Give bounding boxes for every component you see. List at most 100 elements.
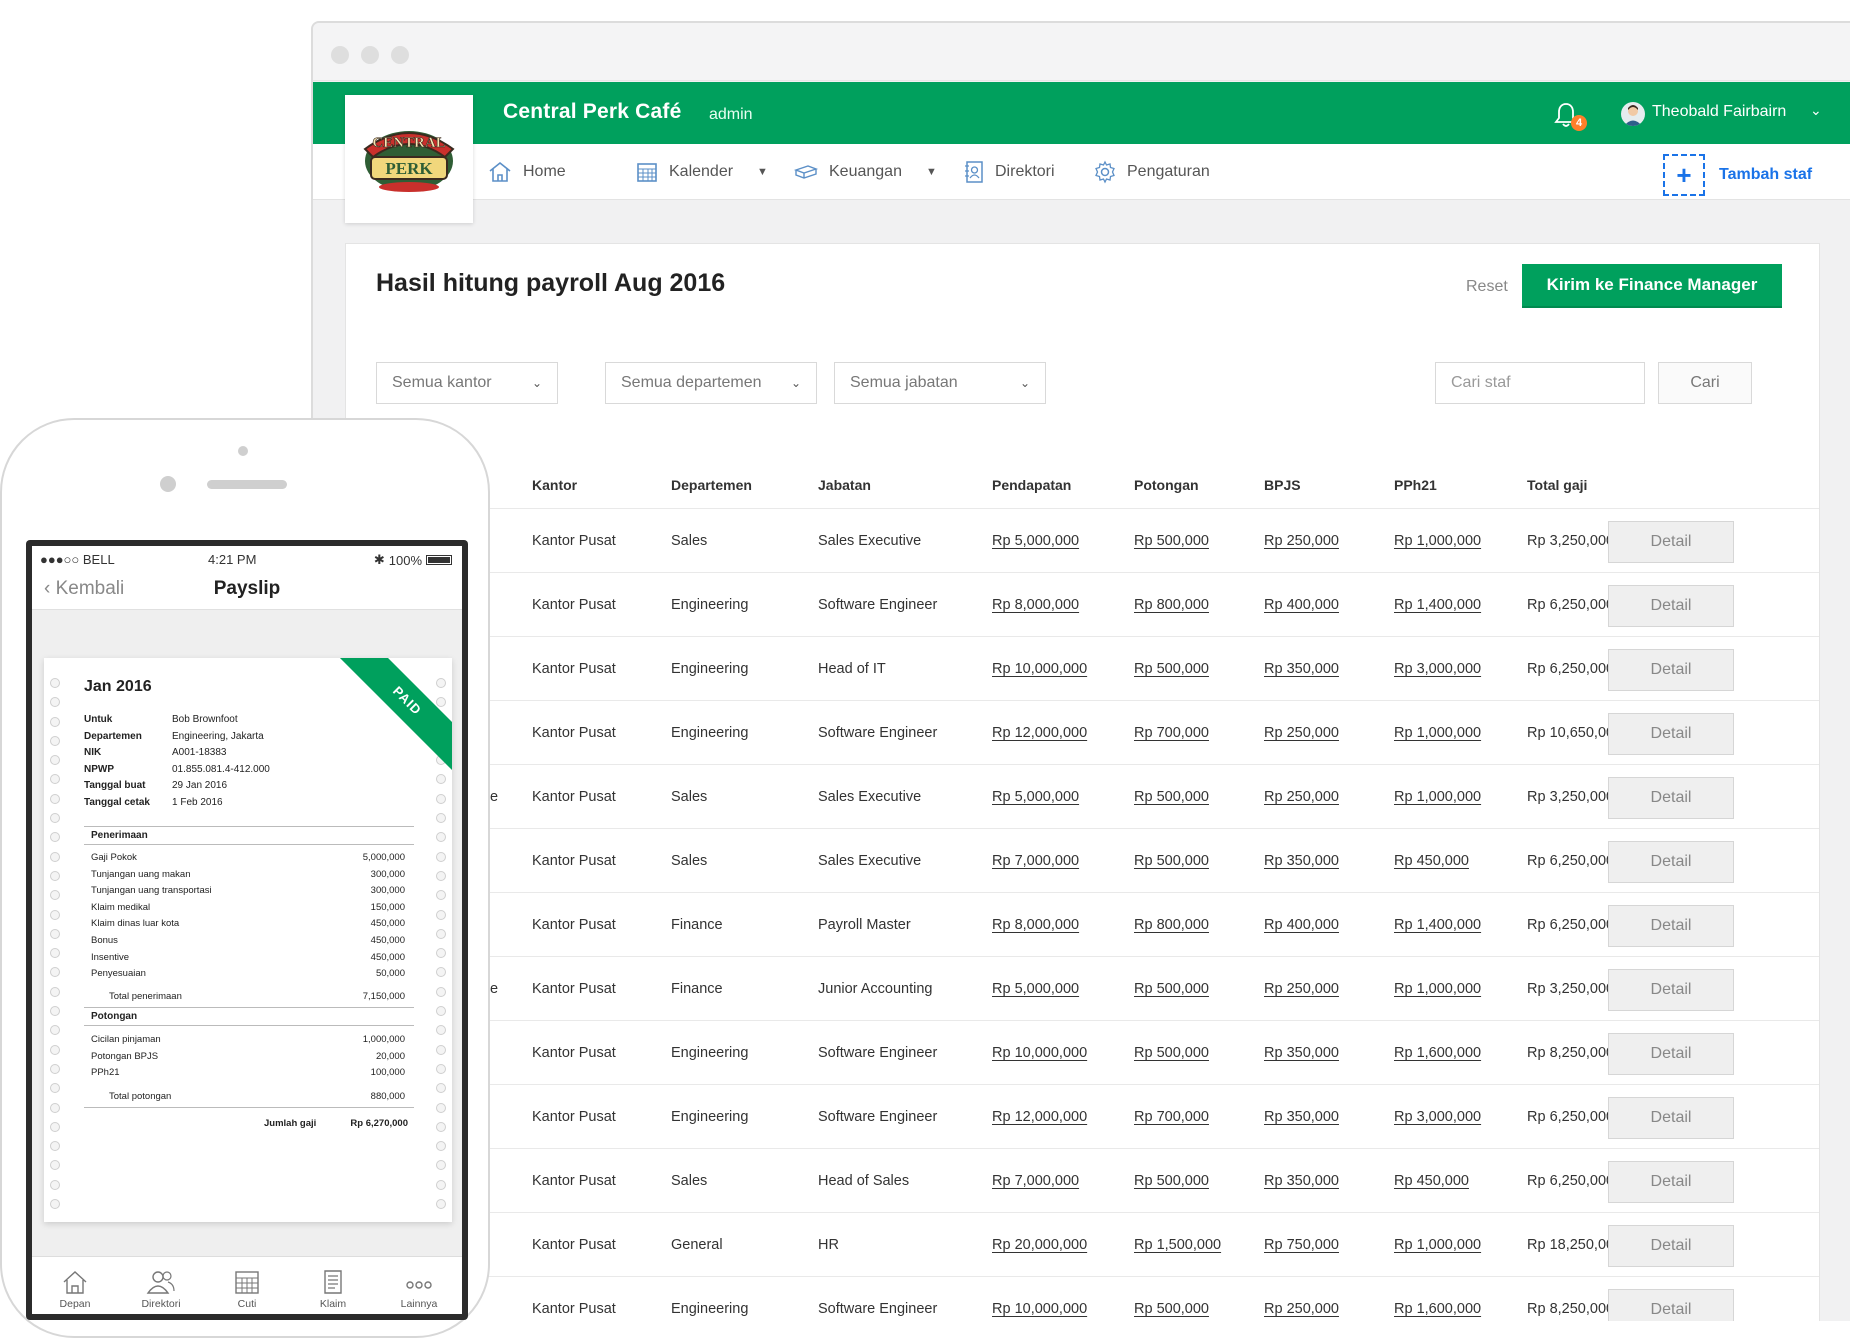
cell-bpjs[interactable]: Rp 350,000 bbox=[1264, 1149, 1339, 1213]
cell-potongan[interactable]: Rp 500,000 bbox=[1134, 765, 1209, 829]
nav-finance[interactable]: Keuangan ▼ bbox=[793, 144, 937, 200]
payslip-card[interactable]: PAID Jan 2016 Untuk Bob Brownfoot Departem… bbox=[44, 658, 452, 1222]
cell-pendapatan[interactable]: Rp 20,000,000 bbox=[992, 1213, 1087, 1277]
cell-pph[interactable]: Rp 1,000,000 bbox=[1394, 1213, 1481, 1277]
column-header[interactable]: Departemen bbox=[671, 462, 752, 508]
cell-bpjs[interactable]: Rp 250,000 bbox=[1264, 1277, 1339, 1321]
cell-bpjs[interactable]: Rp 350,000 bbox=[1264, 829, 1339, 893]
cell-kantor: Kantor Pusat bbox=[532, 789, 616, 805]
chevron-down-icon[interactable]: ⌄ bbox=[1810, 102, 1822, 119]
detail-button[interactable]: Detail bbox=[1608, 1289, 1734, 1321]
cell-pph[interactable]: Rp 1,600,000 bbox=[1394, 1277, 1481, 1321]
tab-directory[interactable]: Direktori bbox=[118, 1257, 204, 1314]
cell-bpjs[interactable]: Rp 350,000 bbox=[1264, 637, 1339, 701]
send-to-finance-button[interactable]: Kirim ke Finance Manager bbox=[1522, 264, 1782, 306]
cell-pendapatan[interactable]: Rp 5,000,000 bbox=[992, 957, 1079, 1021]
cell-bpjs[interactable]: Rp 400,000 bbox=[1264, 893, 1339, 957]
add-staff-button[interactable]: + Tambah staf bbox=[1663, 154, 1812, 196]
cell-bpjs[interactable]: Rp 250,000 bbox=[1264, 701, 1339, 765]
column-header[interactable]: Kantor bbox=[532, 462, 577, 508]
cell-bpjs[interactable]: Rp 400,000 bbox=[1264, 573, 1339, 637]
company-logo[interactable]: CENTRAL PERK bbox=[345, 95, 473, 223]
cell-pendapatan[interactable]: Rp 12,000,000 bbox=[992, 701, 1087, 765]
cell-pph[interactable]: Rp 1,600,000 bbox=[1394, 1021, 1481, 1085]
detail-button[interactable]: Detail bbox=[1608, 1033, 1734, 1075]
detail-button[interactable]: Detail bbox=[1608, 585, 1734, 627]
search-button[interactable]: Cari bbox=[1658, 362, 1752, 404]
column-header[interactable]: Total gaji bbox=[1527, 462, 1587, 508]
column-header[interactable]: Jabatan bbox=[818, 462, 871, 508]
cell-pendapatan[interactable]: Rp 5,000,000 bbox=[992, 509, 1079, 573]
cell-potongan[interactable]: Rp 500,000 bbox=[1134, 509, 1209, 573]
cell-bpjs[interactable]: Rp 350,000 bbox=[1264, 1021, 1339, 1085]
avatar[interactable] bbox=[1621, 102, 1645, 126]
detail-button[interactable]: Detail bbox=[1608, 1161, 1734, 1203]
cell-potongan[interactable]: Rp 500,000 bbox=[1134, 829, 1209, 893]
cell-potongan[interactable]: Rp 500,000 bbox=[1134, 1149, 1209, 1213]
detail-button[interactable]: Detail bbox=[1608, 841, 1734, 883]
cell-pendapatan[interactable]: Rp 7,000,000 bbox=[992, 829, 1079, 893]
cell-potongan[interactable]: Rp 500,000 bbox=[1134, 1277, 1209, 1321]
cell-pendapatan[interactable]: Rp 5,000,000 bbox=[992, 765, 1079, 829]
cell-bpjs[interactable]: Rp 250,000 bbox=[1264, 765, 1339, 829]
search-staff-input[interactable]: Cari staf bbox=[1435, 362, 1645, 404]
nav-settings[interactable]: Pengaturan bbox=[1093, 144, 1210, 200]
cell-bpjs[interactable]: Rp 750,000 bbox=[1264, 1213, 1339, 1277]
cell-potongan[interactable]: Rp 700,000 bbox=[1134, 701, 1209, 765]
office-filter[interactable]: Semua kantor ⌄ bbox=[376, 362, 558, 404]
cell-potongan[interactable]: Rp 700,000 bbox=[1134, 1085, 1209, 1149]
detail-button[interactable]: Detail bbox=[1608, 521, 1734, 563]
cell-potongan[interactable]: Rp 800,000 bbox=[1134, 893, 1209, 957]
cell-pendapatan[interactable]: Rp 10,000,000 bbox=[992, 637, 1087, 701]
column-header[interactable]: BPJS bbox=[1264, 462, 1301, 508]
cell-potongan[interactable]: Rp 800,000 bbox=[1134, 573, 1209, 637]
cell-pph[interactable]: Rp 450,000 bbox=[1394, 829, 1469, 893]
cell-pendapatan[interactable]: Rp 10,000,000 bbox=[992, 1021, 1087, 1085]
nav-calendar[interactable]: Kalender ▼ bbox=[635, 144, 768, 200]
department-filter[interactable]: Semua departemen ⌄ bbox=[605, 362, 817, 404]
detail-button[interactable]: Detail bbox=[1608, 1097, 1734, 1139]
cell-potongan[interactable]: Rp 500,000 bbox=[1134, 1021, 1209, 1085]
column-header[interactable]: Pendapatan bbox=[992, 462, 1071, 508]
cell-pph[interactable]: Rp 1,000,000 bbox=[1394, 765, 1481, 829]
cell-pph[interactable]: Rp 1,000,000 bbox=[1394, 509, 1481, 573]
window-close-dot[interactable] bbox=[331, 46, 349, 64]
cell-potongan[interactable]: Rp 500,000 bbox=[1134, 957, 1209, 1021]
detail-button[interactable]: Detail bbox=[1608, 905, 1734, 947]
reset-link[interactable]: Reset bbox=[1466, 278, 1508, 296]
cell-pph[interactable]: Rp 1,000,000 bbox=[1394, 957, 1481, 1021]
window-minimize-dot[interactable] bbox=[361, 46, 379, 64]
cell-pendapatan[interactable]: Rp 8,000,000 bbox=[992, 573, 1079, 637]
cell-bpjs[interactable]: Rp 250,000 bbox=[1264, 509, 1339, 573]
detail-button[interactable]: Detail bbox=[1608, 777, 1734, 819]
cell-pph[interactable]: Rp 3,000,000 bbox=[1394, 637, 1481, 701]
detail-button[interactable]: Detail bbox=[1608, 649, 1734, 691]
column-header[interactable]: PPh21 bbox=[1394, 462, 1437, 508]
tab-leave[interactable]: Cuti bbox=[204, 1257, 290, 1314]
detail-button[interactable]: Detail bbox=[1608, 969, 1734, 1011]
tab-claim[interactable]: Klaim bbox=[290, 1257, 376, 1314]
cell-pph[interactable]: Rp 3,000,000 bbox=[1394, 1085, 1481, 1149]
column-header[interactable]: Potongan bbox=[1134, 462, 1199, 508]
cell-pph[interactable]: Rp 450,000 bbox=[1394, 1149, 1469, 1213]
cell-bpjs[interactable]: Rp 250,000 bbox=[1264, 957, 1339, 1021]
nav-directory[interactable]: Direktori bbox=[963, 144, 1055, 200]
tab-more[interactable]: Lainnya bbox=[376, 1257, 462, 1314]
cell-pendapatan[interactable]: Rp 10,000,000 bbox=[992, 1277, 1087, 1321]
tab-home[interactable]: Depan bbox=[32, 1257, 118, 1314]
detail-button[interactable]: Detail bbox=[1608, 713, 1734, 755]
cell-potongan[interactable]: Rp 1,500,000 bbox=[1134, 1213, 1221, 1277]
window-zoom-dot[interactable] bbox=[391, 46, 409, 64]
cell-potongan[interactable]: Rp 500,000 bbox=[1134, 637, 1209, 701]
cell-pendapatan[interactable]: Rp 12,000,000 bbox=[992, 1085, 1087, 1149]
cell-pph[interactable]: Rp 1,000,000 bbox=[1394, 701, 1481, 765]
cell-pph[interactable]: Rp 1,400,000 bbox=[1394, 573, 1481, 637]
cell-pendapatan[interactable]: Rp 8,000,000 bbox=[992, 893, 1079, 957]
cell-pph[interactable]: Rp 1,400,000 bbox=[1394, 893, 1481, 957]
cell-pendapatan[interactable]: Rp 7,000,000 bbox=[992, 1149, 1079, 1213]
position-filter[interactable]: Semua jabatan ⌄ bbox=[834, 362, 1046, 404]
detail-button[interactable]: Detail bbox=[1608, 1225, 1734, 1267]
nav-home[interactable]: Home bbox=[487, 144, 566, 200]
user-menu-name[interactable]: Theobald Fairbairn bbox=[1652, 103, 1786, 121]
cell-bpjs[interactable]: Rp 350,000 bbox=[1264, 1085, 1339, 1149]
